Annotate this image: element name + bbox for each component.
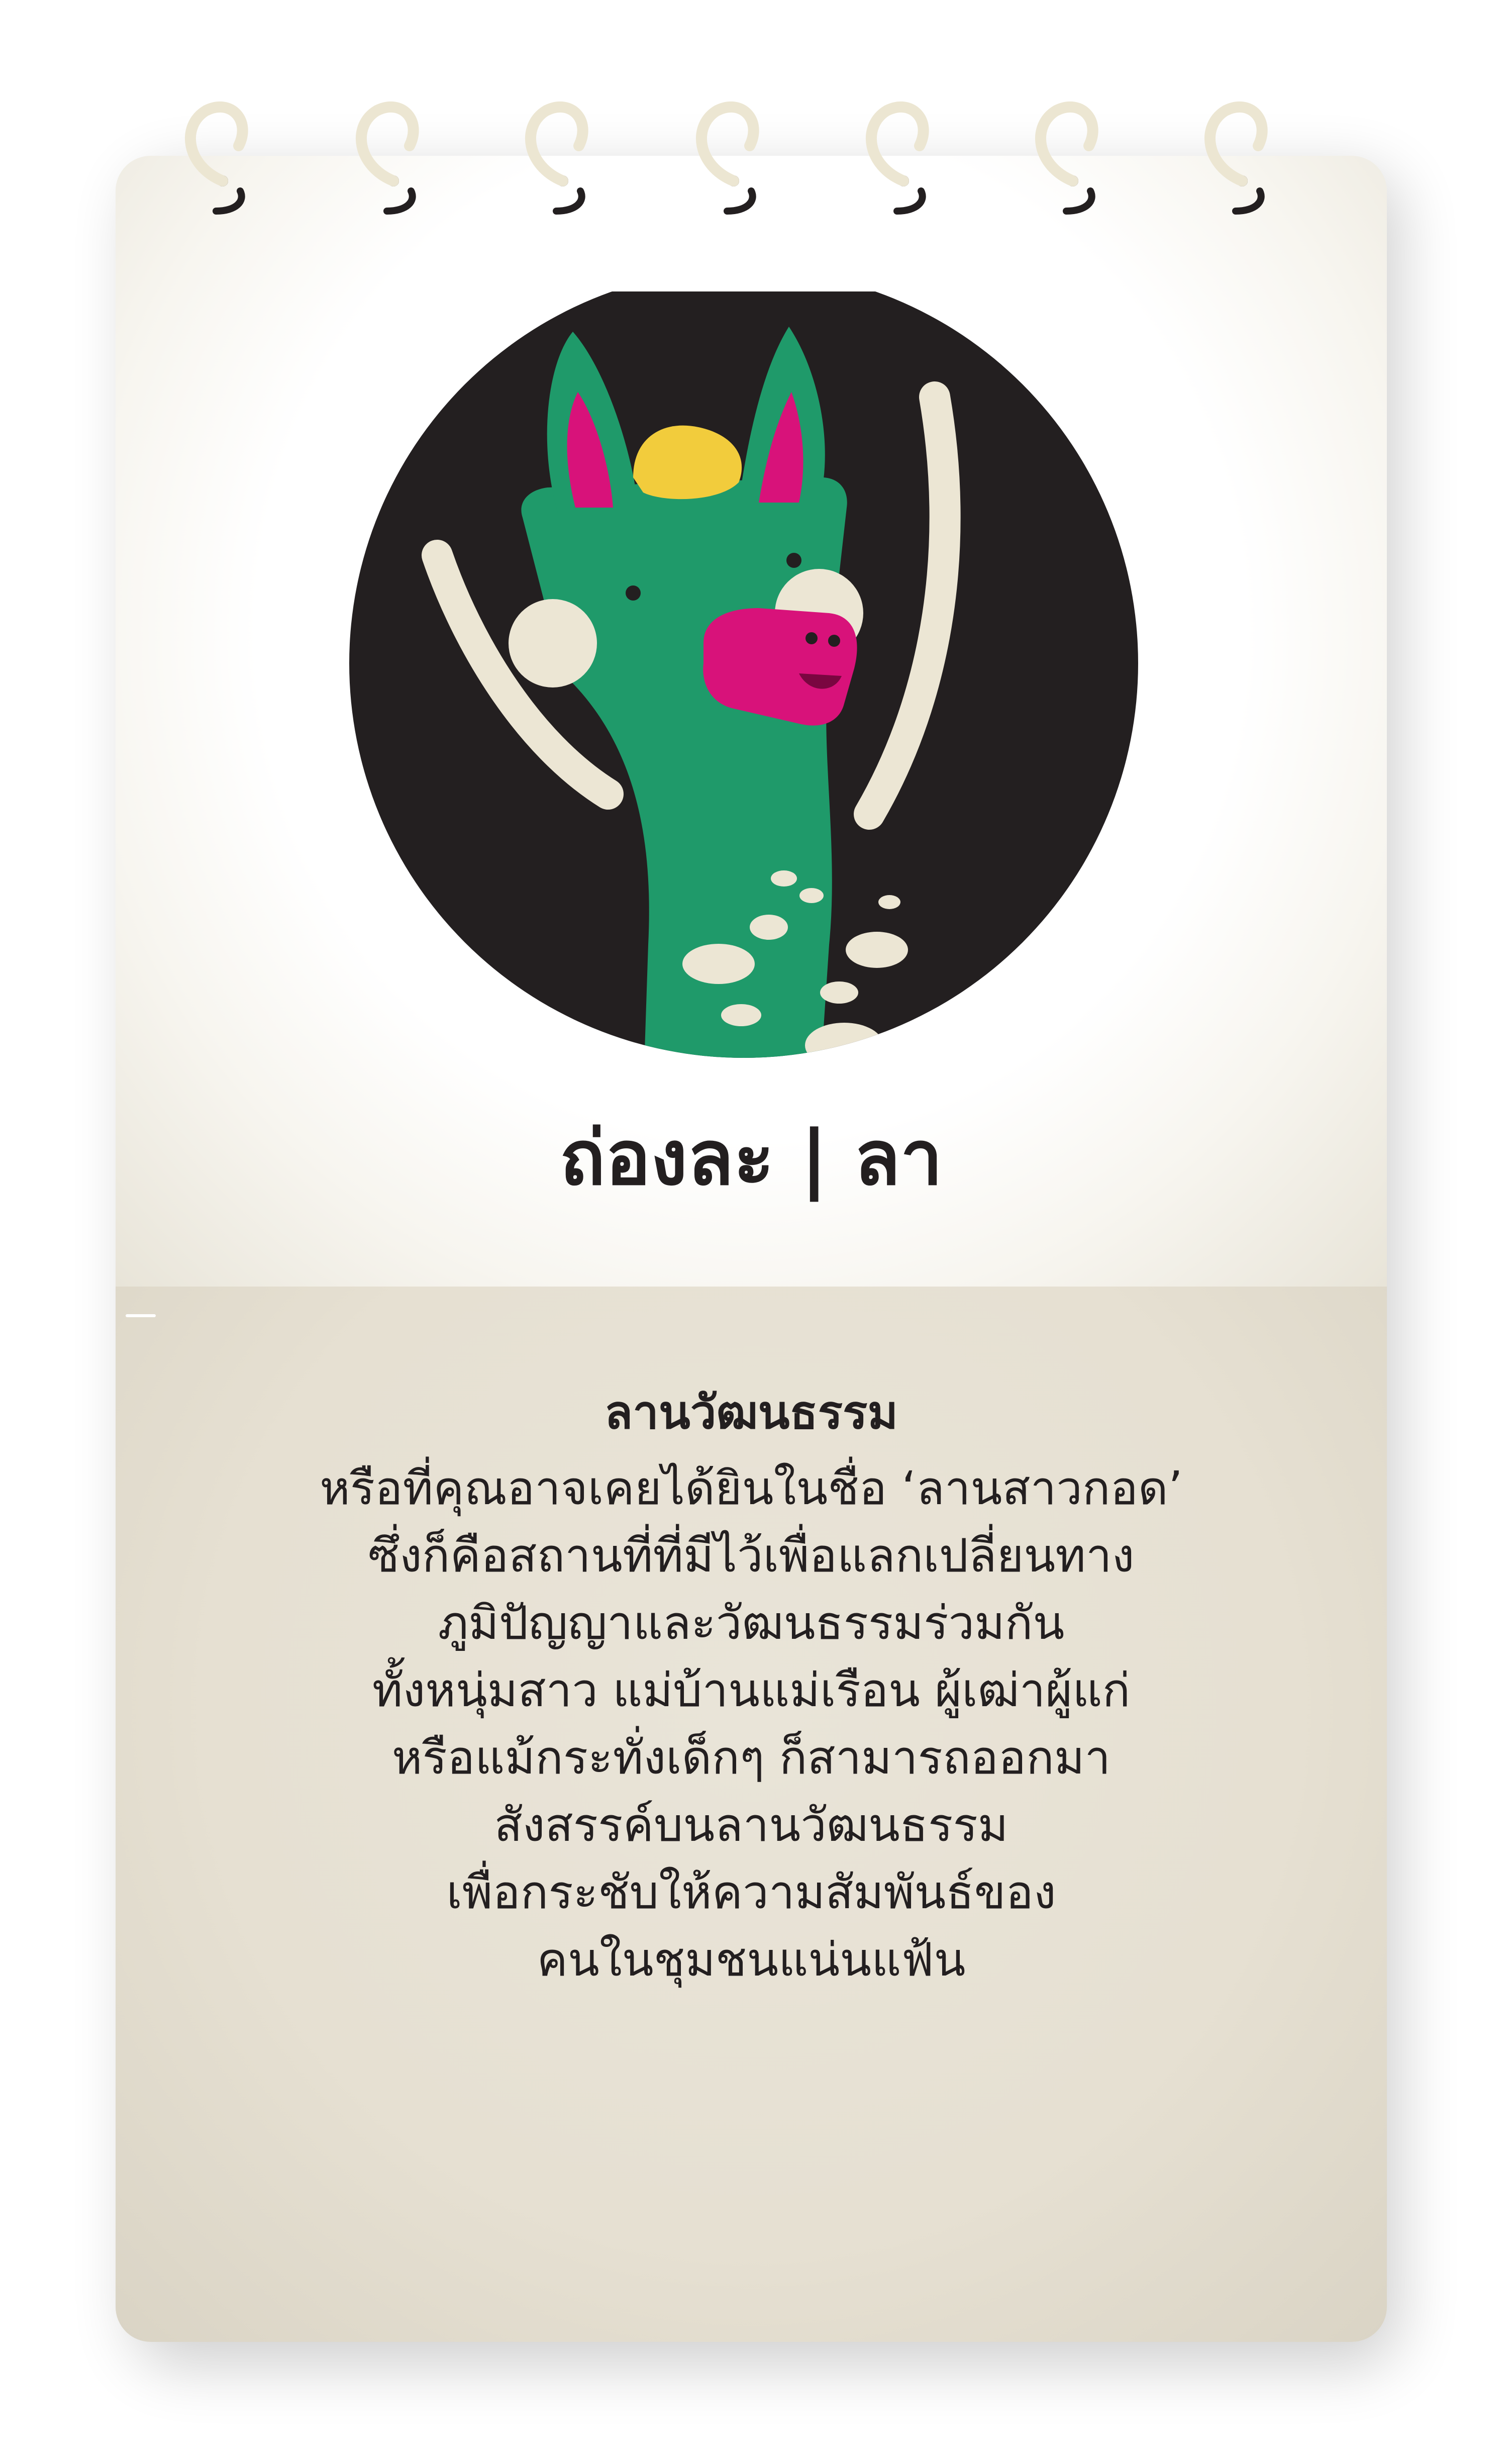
green-monster-icon [349,291,1138,1058]
right-eye [786,553,801,568]
description-heading: ลานวัฒนธรรม [604,1386,898,1439]
left-cheek [509,599,597,687]
nostril-right [828,635,840,647]
description-line: สังสรรค์บนลานวัฒนธรรม [494,1798,1009,1852]
body-spot [878,895,900,909]
body-spot [820,981,858,1004]
description-line: ภูมิปัญญาและวัฒนธรรมร่วมกัน [438,1596,1065,1650]
description-line: คนในชุมชนแน่นแฟ้น [537,1933,966,1987]
spiral-binding [185,101,1268,215]
description-body: หรือที่คุณอาจเคยได้ยินในชื่อ ‘ลานสาวกอด’… [166,1455,1337,1994]
animal-name-title: ถ่องละ | ลา [559,1115,943,1202]
description-line: ซึ่งก็คือสถานที่ที่มีไว้เพื่อแลกเปลี่ยนท… [368,1529,1135,1583]
body-spot [721,1004,761,1026]
description-line: เพื่อกระชับให้ความสัมพันธ์ของ [446,1865,1056,1919]
binding-ring-1 [185,101,248,215]
binding-ring-4 [696,101,759,215]
body-spot [799,888,824,903]
binding-ring-2 [356,101,419,215]
binding-ring-7 [1204,101,1268,215]
body-spot [771,870,797,887]
binding-ring-3 [525,101,588,215]
nostril-left [805,632,818,644]
body-spot [805,1023,883,1058]
binding-ring-6 [1035,101,1098,215]
description-line: หรือแม้กระทั่งเด็กๆ ก็สามารถออกมา [391,1731,1111,1785]
body-spot [846,932,908,968]
binding-ring-5 [866,101,929,215]
left-eye [626,585,641,601]
description-line: ทั้งหนุ่มสาว แม่บ้านแม่เรือน ผู้เฒ่าผู้แ… [372,1663,1131,1717]
body-spot [750,915,788,940]
body-spot [682,944,755,984]
description-line: หรือที่คุณอาจเคยได้ยินในชื่อ ‘ลานสาวกอด’ [320,1461,1183,1515]
divider-tick [126,1314,156,1317]
